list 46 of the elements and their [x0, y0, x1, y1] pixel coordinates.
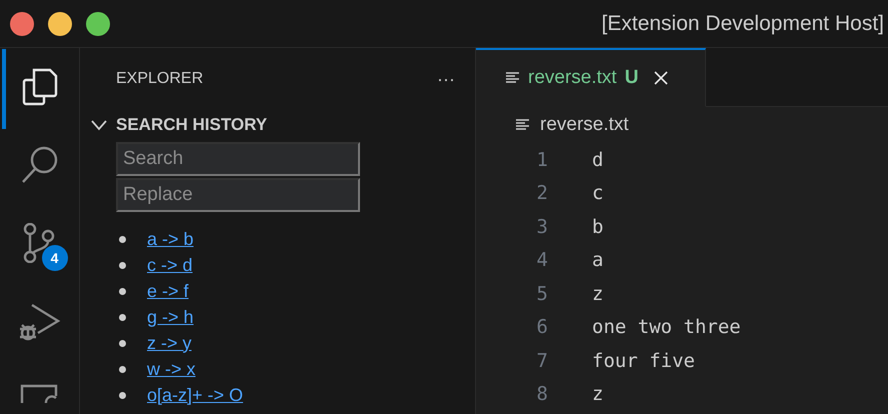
section-title[interactable]: SEARCH HISTORY [116, 115, 268, 135]
history-link[interactable]: c -> d [147, 254, 193, 276]
line-number: 1 [536, 148, 548, 171]
code-line: b [592, 216, 604, 238]
bullet-icon [119, 262, 126, 268]
search-field[interactable]: Search [116, 142, 360, 176]
code-line: c [592, 182, 604, 204]
untracked-status: U [624, 67, 638, 89]
bullet-icon [119, 340, 126, 346]
window-title: [Extension Development Host] [602, 12, 885, 36]
chevron-icon[interactable] [90, 119, 108, 131]
code-line: one two three [592, 316, 741, 338]
window-icon[interactable] [20, 383, 60, 403]
bullet-icon [119, 366, 126, 372]
history-link[interactable]: e -> f [147, 280, 189, 302]
line-number: 4 [536, 249, 548, 272]
line-number: 5 [536, 282, 548, 305]
history-link[interactable]: o[a-z]+ -> O [147, 384, 244, 406]
editor-tab[interactable]: reverse.txt U [476, 48, 706, 107]
history-link[interactable]: z -> y [147, 332, 192, 354]
history-link[interactable]: g -> h [147, 306, 194, 328]
text-file-icon [516, 119, 530, 131]
changes-badge: 4 [42, 245, 68, 271]
code-line: a [592, 249, 604, 272]
replace-field[interactable]: Replace [116, 178, 360, 212]
code-line: z [592, 383, 604, 406]
line-number: 6 [536, 316, 548, 338]
code-line: z [592, 282, 604, 305]
text-file-icon [506, 72, 520, 84]
history-link[interactable]: a -> b [147, 228, 194, 250]
breadcrumb[interactable]: reverse.txt [540, 114, 629, 136]
bullet-icon [119, 288, 126, 294]
line-number: 2 [536, 182, 548, 204]
history-link[interactable]: w -> x [147, 358, 196, 380]
bullet-icon [119, 314, 126, 320]
line-number: 8 [536, 383, 548, 406]
code-line: d [592, 148, 604, 171]
sidebar-title: EXPLORER [116, 70, 204, 88]
close-icon[interactable] [654, 71, 668, 85]
bullet-icon [119, 236, 126, 242]
bullet-icon [119, 392, 126, 398]
more-actions-button[interactable]: ··· [433, 68, 459, 90]
line-number: 7 [536, 350, 548, 372]
search-icon[interactable] [20, 145, 60, 185]
line-number: 3 [536, 216, 548, 238]
code-line: four five [592, 350, 695, 372]
